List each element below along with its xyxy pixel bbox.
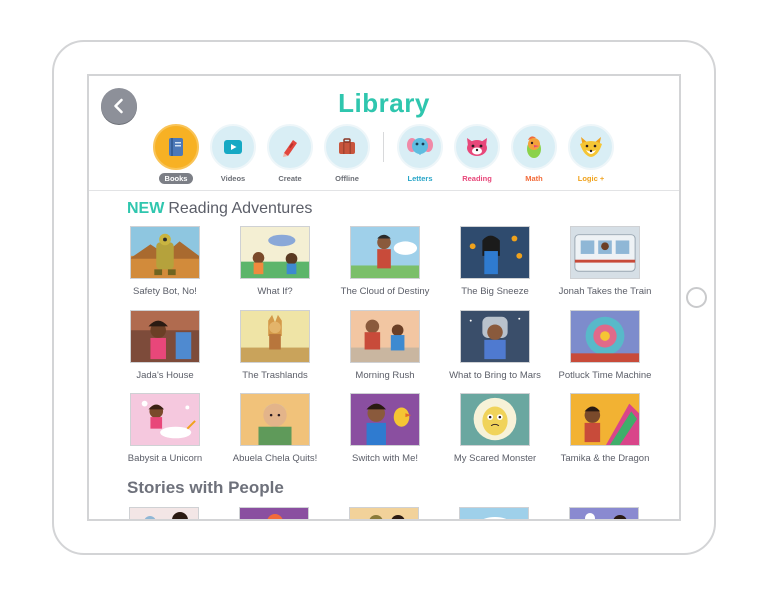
book-card[interactable]: The Cloud of Destiny — [330, 226, 440, 297]
book-card[interactable]: Jonah Takes the Train — [550, 226, 660, 297]
tab-label: Offline — [335, 174, 359, 183]
book-card[interactable]: Tamika & the Dragon — [550, 393, 660, 464]
new-badge: NEW — [127, 200, 165, 217]
book-title: Babysit a Unicorn — [127, 453, 203, 464]
tab-reading[interactable]: Reading — [452, 124, 502, 184]
home-button[interactable] — [686, 287, 707, 308]
page-title: Library — [338, 88, 430, 118]
tab-math[interactable]: Math — [509, 124, 559, 184]
header-divider — [89, 190, 679, 191]
section-title-reading-adventures: NEW Reading Adventures — [127, 200, 312, 218]
book-title: The Big Sneeze — [461, 286, 529, 297]
book-card[interactable]: The Trashlands — [220, 310, 330, 381]
suitcase-icon — [339, 138, 355, 154]
book-title: What If? — [257, 286, 293, 297]
book-cover — [350, 310, 420, 363]
book-title: Switch with Me! — [352, 453, 418, 464]
section-title-stories-with-people: Stories with People — [127, 478, 284, 497]
book-cover — [350, 393, 420, 446]
crayon-icon — [283, 140, 297, 157]
book-cover — [570, 393, 640, 446]
category-bar: Books Videos Create Offline Letters Read… — [151, 124, 631, 186]
book-cover[interactable] — [349, 507, 419, 519]
play-icon — [224, 140, 242, 154]
bird-icon — [527, 136, 541, 158]
book-cover — [130, 393, 200, 446]
book-card[interactable]: Babysit a Unicorn — [110, 393, 220, 464]
book-cover — [130, 310, 200, 363]
book-card[interactable]: The Big Sneeze — [440, 226, 550, 297]
book-cover[interactable] — [569, 507, 639, 519]
elephant-icon — [407, 138, 433, 155]
tab-label: Math — [525, 174, 543, 183]
book-card[interactable]: What If? — [220, 226, 330, 297]
tab-label: Reading — [462, 174, 492, 183]
book-cover[interactable] — [239, 507, 309, 519]
book-title: Jonah Takes the Train — [558, 286, 652, 297]
book-title: My Scared Monster — [453, 453, 537, 464]
book-cover — [460, 226, 530, 279]
book-title: What to Bring to Mars — [449, 370, 541, 381]
book-cover — [240, 310, 310, 363]
library-screen: Library Books Videos Create Offline Lett… — [87, 74, 681, 521]
book-title: Abuela Chela Quits! — [232, 453, 318, 464]
book-cover — [350, 226, 420, 279]
section-title-text: Reading Adventures — [168, 200, 313, 217]
book-card[interactable]: Abuela Chela Quits! — [220, 393, 330, 464]
tab-label: Logic + — [577, 174, 605, 183]
tab-books[interactable]: Books — [151, 124, 201, 184]
book-title: Jada's House — [136, 370, 194, 381]
tab-create[interactable]: Create — [265, 124, 315, 184]
tab-logic[interactable]: Logic + — [566, 124, 616, 184]
book-cover — [130, 226, 200, 279]
tab-label: Letters — [407, 174, 433, 183]
book-title: Morning Rush — [355, 370, 415, 381]
fox-icon — [580, 137, 602, 157]
tab-label: Videos — [220, 174, 246, 183]
book-cover — [570, 226, 640, 279]
book-card[interactable]: Morning Rush — [330, 310, 440, 381]
tab-videos[interactable]: Videos — [208, 124, 258, 184]
book-title: Safety Bot, No! — [133, 286, 197, 297]
book-cover — [460, 393, 530, 446]
book-card[interactable]: My Scared Monster — [440, 393, 550, 464]
book-cover[interactable] — [459, 507, 529, 519]
book-cover[interactable] — [129, 507, 199, 519]
tab-label: Create — [278, 174, 302, 183]
book-title: Potluck Time Machine — [558, 370, 652, 381]
book-cover — [240, 393, 310, 446]
category-separator — [383, 132, 384, 162]
book-cover — [570, 310, 640, 363]
book-card[interactable]: What to Bring to Mars — [440, 310, 550, 381]
book-title: The Cloud of Destiny — [340, 286, 430, 297]
book-card[interactable]: Jada's House — [110, 310, 220, 381]
book-cover — [460, 310, 530, 363]
book-cover — [240, 226, 310, 279]
redpanda-icon — [467, 138, 487, 156]
book-card[interactable]: Potluck Time Machine — [550, 310, 660, 381]
book-card[interactable]: Safety Bot, No! — [110, 226, 220, 297]
book-title: The Trashlands — [242, 370, 308, 381]
book-icon — [169, 138, 183, 156]
tab-offline[interactable]: Offline — [322, 124, 372, 184]
book-card[interactable]: Switch with Me! — [330, 393, 440, 464]
tab-letters[interactable]: Letters — [395, 124, 445, 184]
book-title: Tamika & the Dragon — [560, 453, 650, 464]
tab-label: Books — [158, 173, 194, 184]
